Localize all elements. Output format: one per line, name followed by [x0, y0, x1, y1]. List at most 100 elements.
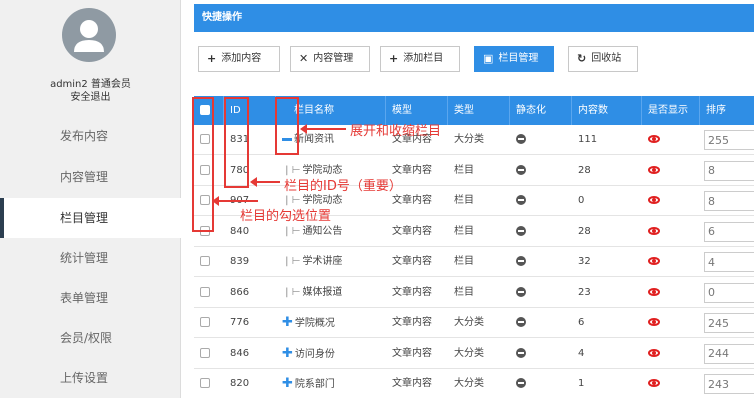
row-static-cell: [510, 308, 572, 338]
add-content-button[interactable]: + 添加内容: [198, 46, 280, 72]
row-type: 栏目: [454, 286, 474, 298]
expand-icon[interactable]: ✚: [282, 315, 293, 330]
row-name[interactable]: 访问身份: [295, 349, 335, 360]
row-sort-cell: [700, 125, 754, 155]
row-checkbox[interactable]: [200, 286, 210, 297]
sort-input[interactable]: [704, 343, 754, 364]
header-count[interactable]: 内容数: [572, 96, 642, 125]
row-checkbox[interactable]: [200, 378, 210, 388]
header-type[interactable]: 类型: [448, 96, 510, 125]
row-checkbox-cell[interactable]: [194, 369, 224, 398]
row-name[interactable]: 通知公告: [302, 226, 342, 237]
row-name[interactable]: 学术讲座: [302, 256, 342, 267]
sort-input[interactable]: [704, 191, 754, 211]
eye-icon[interactable]: [648, 196, 660, 204]
table-row[interactable]: 839 | ⊢ 学术讲座 文章内容 栏目 32: [194, 247, 754, 277]
row-id: 776: [230, 317, 250, 328]
row-name[interactable]: 媒体报道: [302, 287, 342, 298]
row-name-cell: ✚ 访问身份: [276, 339, 386, 369]
sort-input[interactable]: [704, 374, 754, 394]
sort-input[interactable]: [704, 252, 754, 272]
row-count: 28: [578, 225, 591, 237]
sidebar-item-content-manage[interactable]: 内容管理: [0, 157, 181, 197]
static-toggle-icon[interactable]: [516, 164, 526, 175]
eye-icon[interactable]: [648, 287, 660, 296]
row-model: 文章内容: [392, 286, 432, 298]
eye-icon[interactable]: [648, 257, 660, 265]
row-checkbox-cell[interactable]: [194, 308, 224, 338]
sort-input[interactable]: [704, 221, 754, 242]
sidebar-item-column-manage[interactable]: 栏目管理: [0, 198, 181, 238]
recycle-label: 回收站: [591, 53, 622, 64]
user-avatar-icon[interactable]: [62, 8, 116, 62]
sidebar-item-stats[interactable]: 统计管理: [0, 238, 181, 278]
eye-icon[interactable]: [648, 135, 660, 143]
id-highlight: [224, 97, 249, 188]
header-visible[interactable]: 是否显示: [642, 96, 700, 125]
add-column-button[interactable]: + 添加栏目: [380, 46, 460, 72]
row-count: 32: [578, 256, 591, 267]
row-checkbox-cell[interactable]: [194, 278, 224, 308]
expand-icon[interactable]: ✚: [282, 376, 293, 391]
row-id: 839: [230, 256, 250, 267]
table-row[interactable]: 820 ✚ 院系部门 文章内容 大分类 1: [194, 369, 754, 398]
row-name[interactable]: 学院概况: [295, 318, 335, 329]
row-type: 大分类: [454, 317, 484, 328]
expand-annotation: 展开和收缩栏目: [350, 124, 442, 139]
sort-input[interactable]: [704, 130, 754, 150]
static-toggle-icon[interactable]: [516, 134, 526, 144]
row-checkbox[interactable]: [200, 256, 210, 266]
column-manage-label: 栏目管理: [498, 53, 539, 64]
row-checkbox-cell[interactable]: [194, 339, 224, 369]
sort-input[interactable]: [704, 282, 754, 303]
header-static[interactable]: 静态化: [510, 96, 572, 125]
row-checkbox[interactable]: [200, 347, 210, 358]
table-row[interactable]: 776 ✚ 学院概况 文章内容 大分类 6: [194, 308, 754, 338]
eye-icon[interactable]: [648, 226, 660, 235]
sidebar-item-members[interactable]: 会员/权限: [0, 318, 181, 358]
row-sort-cell: [700, 339, 754, 369]
static-toggle-icon[interactable]: [516, 286, 526, 297]
row-static-cell: [510, 186, 572, 216]
logout-link[interactable]: 安全退出: [0, 88, 181, 103]
static-toggle-icon[interactable]: [516, 347, 526, 358]
table-row[interactable]: 866 | ⊢ 媒体报道 文章内容 栏目 23: [194, 277, 754, 308]
row-name[interactable]: 学院动态: [302, 165, 342, 176]
static-toggle-icon[interactable]: [516, 195, 526, 205]
sidebar-item-publish[interactable]: 发布内容: [0, 116, 181, 156]
eye-icon[interactable]: [648, 318, 660, 326]
row-name[interactable]: 院系部门: [295, 379, 335, 390]
sidebar-item-upload[interactable]: 上传设置: [0, 358, 181, 398]
eye-icon[interactable]: [648, 165, 660, 174]
table-row[interactable]: 846 ✚ 访问身份 文章内容 大分类 4: [194, 338, 754, 369]
row-name-cell: ✚ 学院概况: [276, 308, 386, 338]
row-sort-cell: [700, 217, 754, 247]
static-toggle-icon[interactable]: [516, 378, 526, 388]
row-visible-cell: [642, 156, 700, 186]
sidebar-item-forms[interactable]: 表单管理: [0, 278, 181, 318]
row-static-cell: [510, 369, 572, 398]
row-count: 1: [578, 378, 585, 389]
static-toggle-icon[interactable]: [516, 317, 526, 327]
row-type: 大分类: [454, 347, 484, 359]
content-manage-button[interactable]: ✕ 内容管理: [290, 46, 370, 72]
sort-input[interactable]: [704, 313, 754, 333]
static-toggle-icon[interactable]: [516, 225, 526, 236]
recycle-bin-button[interactable]: ↻ 回收站: [568, 46, 638, 72]
header-sort[interactable]: 排序: [700, 96, 754, 125]
row-checkbox-cell[interactable]: [194, 247, 224, 277]
row-checkbox[interactable]: [200, 317, 210, 327]
tree-branch-icon: | ⊢: [282, 225, 301, 237]
sort-input[interactable]: [704, 160, 754, 181]
row-static-cell: [510, 125, 572, 155]
checkbox-highlight: [192, 97, 214, 232]
eye-icon[interactable]: [648, 348, 660, 357]
expand-icon[interactable]: ✚: [282, 346, 293, 361]
eye-icon[interactable]: [648, 379, 660, 387]
sidebar: admin2 普通会员 安全退出 发布内容 内容管理 栏目管理 统计管理 表单管…: [0, 0, 181, 398]
column-manage-button[interactable]: ▣ 栏目管理: [474, 46, 554, 72]
row-name[interactable]: 新闻资讯: [294, 134, 334, 145]
main-content: 快捷操作 + 添加内容 ✕ 内容管理 + 添加栏目 ▣ 栏目管理 ↻ 回收站 I…: [182, 0, 754, 398]
row-static-cell: [510, 247, 572, 277]
static-toggle-icon[interactable]: [516, 256, 526, 266]
